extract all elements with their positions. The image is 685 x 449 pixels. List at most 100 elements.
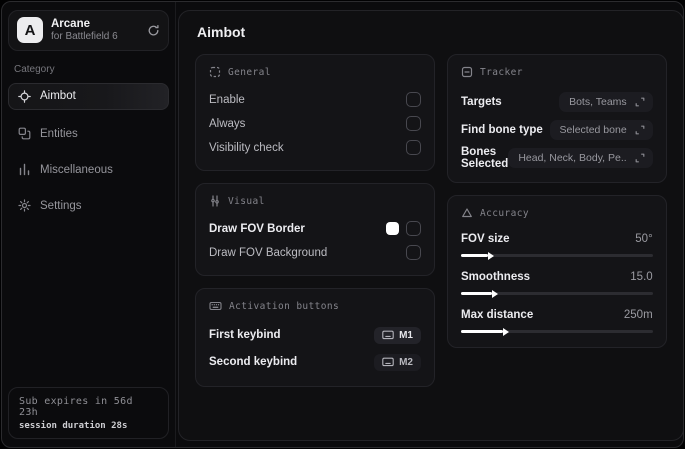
- draw-fov-border-checkbox[interactable]: [406, 221, 421, 236]
- visual-card-header: Visual: [209, 195, 421, 207]
- crosshair-icon: [18, 90, 31, 103]
- entities-icon: [18, 127, 31, 140]
- refresh-icon[interactable]: [147, 24, 160, 37]
- expand-icon: [635, 97, 645, 107]
- fov-size-slider[interactable]: [461, 251, 653, 260]
- setting-label: Draw FOV Border: [209, 222, 305, 235]
- keyboard-icon: [209, 300, 222, 312]
- setting-label: Second keybind: [209, 356, 298, 368]
- sidebar-item-aimbot[interactable]: Aimbot: [8, 82, 169, 110]
- columns-icon: [18, 163, 31, 176]
- slider-fill: [461, 289, 498, 298]
- keyboard-icon: [382, 330, 394, 340]
- general-card: General Enable Always Visibility check: [195, 54, 435, 171]
- setting-row-enable: Enable: [209, 89, 421, 110]
- bones-selected-dropdown[interactable]: Head, Neck, Body, Pe..: [508, 147, 653, 168]
- sidebar-item-label: Settings: [40, 199, 82, 212]
- setting-row-draw-fov-border: Draw FOV Border: [209, 218, 421, 239]
- general-icon: [209, 66, 221, 78]
- tracker-card-header: Tracker: [461, 66, 653, 78]
- page-title: Aimbot: [197, 24, 246, 40]
- sidebar-item-settings[interactable]: Settings: [8, 193, 169, 219]
- expand-icon: [635, 153, 645, 163]
- expand-icon: [635, 125, 645, 135]
- smoothness-slider[interactable]: [461, 289, 653, 298]
- find-bone-type-dropdown[interactable]: Selected bone: [549, 119, 653, 140]
- sidebar-item-label: Miscellaneous: [40, 163, 113, 176]
- left-column: General Enable Always Visibility check V…: [195, 54, 435, 399]
- setting-label: Find bone type: [461, 123, 543, 136]
- setting-row-find-bone-type: Find bone type Selected bone: [461, 117, 653, 142]
- slider-fill: [461, 327, 510, 336]
- slider-value: 50°: [635, 233, 653, 245]
- general-card-header: General: [209, 66, 421, 78]
- visual-card: Visual Draw FOV Border Draw FOV Backgrou…: [195, 183, 435, 276]
- setting-row-targets: Targets Bots, Teams: [461, 89, 653, 114]
- main-panel: Aimbot General Enable Always Visibility …: [178, 10, 683, 441]
- accuracy-card: Accuracy FOV size 50° Smoothness 15.0 Ma…: [447, 195, 667, 348]
- minus-square-icon: [461, 66, 473, 78]
- dropdown-value: Head, Neck, Body, Pe..: [518, 151, 627, 164]
- sidebar: A Arcane for Battlefield 6 Category Aimb: [2, 2, 176, 447]
- max-distance-slider-group: Max distance 250m: [461, 306, 653, 336]
- max-distance-slider[interactable]: [461, 327, 653, 336]
- app-window: A Arcane for Battlefield 6 Category Aimb: [1, 1, 684, 448]
- fov-border-color-swatch[interactable]: [386, 222, 399, 235]
- app-logo-card: A Arcane for Battlefield 6: [8, 10, 169, 51]
- visibility-check-checkbox[interactable]: [406, 140, 421, 155]
- enable-checkbox[interactable]: [406, 92, 421, 107]
- setting-label: Enable: [209, 93, 245, 106]
- app-logo: A: [17, 17, 43, 44]
- setting-row-draw-fov-background: Draw FOV Background: [209, 242, 421, 263]
- targets-dropdown[interactable]: Bots, Teams: [559, 91, 653, 112]
- slider-value: 250m: [623, 309, 653, 321]
- slider-fill: [461, 251, 494, 260]
- dropdown-value: Selected bone: [559, 123, 627, 136]
- keybind-value: M2: [399, 356, 413, 368]
- app-name: Arcane: [51, 18, 90, 30]
- sidebar-item-miscellaneous[interactable]: Miscellaneous: [8, 157, 169, 183]
- slider-label: Smoothness: [461, 271, 531, 283]
- accuracy-card-title: Accuracy: [480, 207, 529, 219]
- general-card-title: General: [228, 66, 271, 78]
- sliders-icon: [209, 195, 221, 207]
- slider-thumb[interactable]: [491, 289, 498, 298]
- right-column: Tracker Targets Bots, Teams Find bone ty…: [447, 54, 667, 360]
- subscription-card: Sub expires in 56d 23h session duration …: [8, 387, 169, 439]
- slider-label: Max distance: [461, 309, 534, 321]
- setting-row-first-keybind: First keybind M1: [209, 323, 421, 347]
- keyboard-icon: [382, 357, 394, 367]
- slider-thumb[interactable]: [503, 327, 510, 336]
- app-subtitle: for Battlefield 6: [51, 31, 118, 43]
- accuracy-icon: [461, 207, 473, 219]
- setting-label: Bones Selected: [461, 145, 509, 170]
- activation-card-title: Activation buttons: [229, 300, 340, 312]
- setting-label: Visibility check: [209, 141, 284, 154]
- subscription-expiry: Sub expires in 56d 23h: [19, 396, 133, 418]
- sidebar-item-label: Aimbot: [40, 90, 76, 103]
- session-duration: session duration 28s: [19, 421, 128, 431]
- keybind-value: M1: [399, 329, 413, 341]
- second-keybind-button[interactable]: M2: [374, 353, 421, 371]
- always-checkbox[interactable]: [406, 116, 421, 131]
- setting-label: Draw FOV Background: [209, 246, 328, 259]
- setting-row-bones-selected: Bones Selected Head, Neck, Body, Pe..: [461, 145, 653, 170]
- draw-fov-background-checkbox[interactable]: [406, 245, 421, 260]
- sidebar-item-label: Entities: [40, 127, 78, 140]
- setting-label: Always: [209, 117, 246, 130]
- setting-row-second-keybind: Second keybind M2: [209, 350, 421, 374]
- dropdown-value: Bots, Teams: [569, 95, 627, 108]
- tracker-card-title: Tracker: [480, 66, 523, 78]
- activation-card: Activation buttons First keybind M1 Seco…: [195, 288, 435, 387]
- slider-thumb[interactable]: [487, 251, 494, 260]
- category-label: Category: [14, 63, 55, 75]
- setting-row-always: Always: [209, 113, 421, 134]
- sidebar-item-entities[interactable]: Entities: [8, 121, 169, 147]
- main-wrap: Aimbot General Enable Always Visibility …: [176, 2, 683, 447]
- setting-label: First keybind: [209, 329, 281, 341]
- fov-size-slider-group: FOV size 50°: [461, 230, 653, 260]
- first-keybind-button[interactable]: M1: [374, 326, 421, 344]
- activation-card-header: Activation buttons: [209, 300, 421, 312]
- accuracy-card-header: Accuracy: [461, 207, 653, 219]
